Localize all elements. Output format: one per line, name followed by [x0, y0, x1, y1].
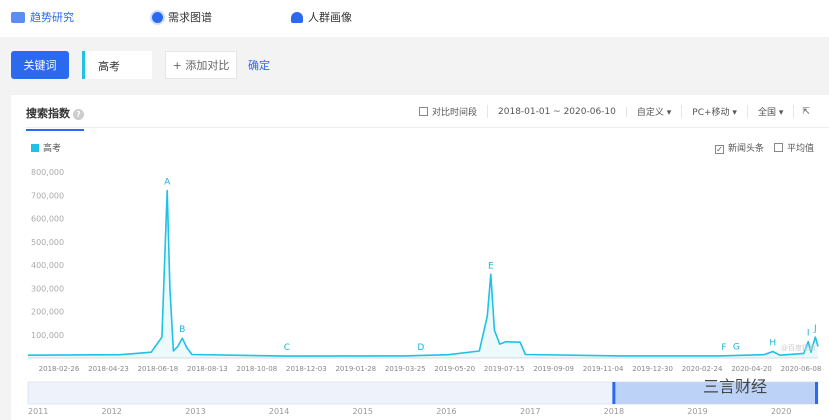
x-tick-label: 2020-04-20 [731, 365, 772, 373]
x-tick-label: 2020-02-24 [682, 365, 723, 373]
x-tick-label: 2018-10-08 [237, 365, 278, 373]
y-tick-label: 400,000 [31, 261, 64, 270]
annotation-d: D [417, 343, 424, 353]
x-tick-label: 2019-03-25 [385, 365, 426, 373]
x-tick-label: 2019-12-30 [632, 365, 673, 373]
overview-year-label: 2013 [185, 407, 205, 416]
x-tick-label: 2018-04-23 [88, 365, 129, 373]
brand-watermark: 三言财经 [703, 377, 767, 396]
y-tick-label: 300,000 [31, 284, 64, 293]
x-tick-label: 2019-01-28 [335, 365, 376, 373]
series-area [28, 190, 818, 358]
series-line [27, 189, 819, 357]
overview-year-label: 2014 [269, 407, 289, 416]
annotation-j: J [813, 324, 817, 334]
annotation-c: C [284, 343, 290, 353]
annotation-f: F [721, 343, 726, 353]
overview-year-label: 2015 [353, 407, 373, 416]
x-tick-label: 2019-07-15 [484, 365, 525, 373]
y-tick-label: 500,000 [31, 238, 64, 247]
overview-handle-left[interactable] [612, 382, 616, 404]
x-tick-label: 2018-08-13 [187, 365, 228, 373]
y-tick-label: 700,000 [31, 191, 64, 200]
annotation-b: B [179, 325, 185, 335]
annotation-g: G [733, 343, 740, 353]
y-tick-label: 600,000 [31, 215, 64, 224]
x-tick-label: 2018-12-03 [286, 365, 327, 373]
index-watermark: @百度指数 [781, 343, 816, 352]
x-tick-label: 2018-02-26 [39, 365, 80, 373]
overview-year-label: 2020 [771, 407, 791, 416]
overview-year-label: 2019 [687, 407, 707, 416]
annotation-e: E [488, 261, 494, 271]
y-tick-label: 100,000 [31, 331, 64, 340]
x-tick-label: 2018-06-18 [138, 365, 179, 373]
x-tick-label: 2019-09-09 [533, 365, 574, 373]
annotation-h: H [769, 338, 776, 348]
annotation-a: A [164, 178, 171, 188]
overview-year-label: 2011 [28, 407, 48, 416]
y-tick-label: 200,000 [31, 308, 64, 317]
overview-year-label: 2018 [604, 407, 624, 416]
x-tick-label: 2020-06-08 [781, 365, 822, 373]
trend-chart[interactable]: 100,000 200,000 300,000 400,000 500,000 600,0… [0, 0, 829, 420]
annotation-i: I [807, 329, 810, 339]
x-tick-label: 2019-05-20 [434, 365, 475, 373]
overview-year-label: 2017 [520, 407, 540, 416]
overview-year-label: 2012 [101, 407, 121, 416]
overview-handle-right[interactable] [815, 382, 818, 404]
overview-year-label: 2016 [436, 407, 456, 416]
y-tick-label: 800,000 [31, 168, 64, 177]
x-tick-label: 2019-11-04 [583, 365, 624, 373]
